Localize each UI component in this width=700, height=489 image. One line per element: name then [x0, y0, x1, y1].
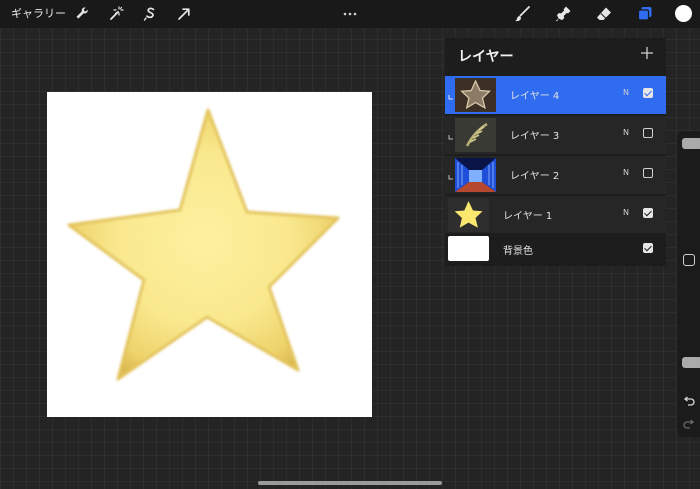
magic-wand-icon[interactable] [106, 4, 126, 24]
home-indicator [258, 481, 442, 485]
layer-name: レイヤー 4 [510, 91, 560, 102]
layer-thumbnail [455, 78, 496, 112]
layer-name: レイヤー 3 [510, 131, 560, 142]
brush-size-slider[interactable] [681, 135, 700, 219]
transform-arrow-icon[interactable] [174, 4, 194, 24]
wrench-icon[interactable] [72, 4, 92, 24]
selection-s-icon[interactable] [140, 4, 160, 24]
layers-panel: レイヤー レイヤー 4 N レイヤー 3 N レイヤー 2 N レイヤー 1 N… [445, 38, 666, 266]
top-toolbar: ギャラリー [0, 0, 700, 28]
star-shape [67, 108, 340, 381]
procreate-screen: ギャラリー レイヤー レイヤー 4 N レイヤー 3 N レイヤー 2 N レイ… [0, 0, 700, 489]
layer-name: レイヤー 1 [503, 211, 553, 222]
layer-row-2[interactable]: レイヤー 2 N [445, 156, 666, 194]
more-dots-icon[interactable] [340, 3, 360, 16]
layer-row-3[interactable]: レイヤー 3 N [445, 116, 666, 154]
brush-size-handle[interactable] [682, 138, 700, 149]
layers-icon[interactable] [635, 4, 655, 24]
smudge-icon[interactable] [553, 4, 573, 24]
layer-name: レイヤー 2 [510, 171, 560, 182]
opacity-slider[interactable] [681, 271, 700, 368]
visibility-checkbox[interactable] [643, 88, 653, 98]
eraser-icon[interactable] [594, 4, 614, 24]
panel-title: レイヤー [458, 49, 514, 65]
visibility-checkbox[interactable] [643, 208, 653, 218]
redo-icon[interactable] [682, 416, 696, 429]
drawing-canvas[interactable] [47, 92, 372, 417]
blend-mode[interactable]: N [623, 168, 629, 177]
visibility-checkbox[interactable] [643, 168, 653, 178]
layer-thumbnail [455, 118, 496, 152]
clipping-mask-icon [448, 129, 454, 140]
blend-mode[interactable]: N [623, 208, 629, 217]
gallery-button[interactable]: ギャラリー [11, 5, 66, 23]
layer-name: 背景色 [503, 246, 533, 257]
layer-thumbnail [448, 198, 489, 232]
color-picker-swatch[interactable] [675, 5, 692, 22]
brush-icon[interactable] [512, 4, 532, 24]
clipping-mask-icon [448, 169, 454, 180]
background-color-swatch [448, 236, 489, 261]
layer-row-4[interactable]: レイヤー 4 N [445, 76, 666, 114]
side-slider-bar [677, 131, 700, 437]
layer-row-background[interactable]: 背景色 [445, 233, 666, 266]
plus-icon[interactable] [639, 45, 655, 61]
blend-mode[interactable]: N [623, 128, 629, 137]
layer-row-1[interactable]: レイヤー 1 N [445, 196, 666, 234]
layer-thumbnail [455, 158, 496, 192]
undo-icon[interactable] [682, 393, 696, 406]
visibility-checkbox[interactable] [643, 243, 653, 253]
visibility-checkbox[interactable] [643, 128, 653, 138]
clipping-mask-icon [448, 89, 454, 100]
modify-square-button[interactable] [683, 254, 695, 266]
blend-mode[interactable]: N [623, 88, 629, 97]
opacity-handle[interactable] [682, 357, 700, 368]
